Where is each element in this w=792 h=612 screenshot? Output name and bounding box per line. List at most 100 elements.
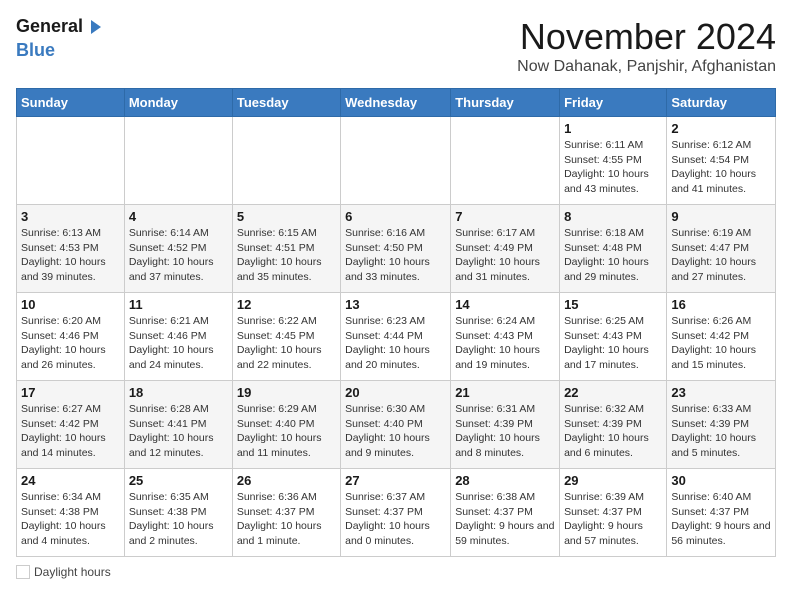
calendar-cell bbox=[124, 117, 232, 205]
day-info: Sunrise: 6:17 AM Sunset: 4:49 PM Dayligh… bbox=[455, 226, 555, 285]
day-number: 22 bbox=[564, 385, 662, 400]
calendar-cell: 1Sunrise: 6:11 AM Sunset: 4:55 PM Daylig… bbox=[560, 117, 667, 205]
day-number: 14 bbox=[455, 297, 555, 312]
day-info: Sunrise: 6:29 AM Sunset: 4:40 PM Dayligh… bbox=[237, 402, 336, 461]
day-number: 8 bbox=[564, 209, 662, 224]
calendar-cell: 11 Sunrise: 6:21 AM Sunset: 4:46 PM Dayli… bbox=[124, 293, 232, 381]
day-number: 13 bbox=[345, 297, 446, 312]
calendar-cell: 4 Sunrise: 6:14 AM Sunset: 4:52 PM Daylig… bbox=[124, 205, 232, 293]
day-info: Sunrise: 6:25 AM Sunset: 4:43 PM Dayligh… bbox=[564, 314, 662, 373]
week-row-5: 24 Sunrise: 6:34 AM Sunset: 4:38 PM Dayli… bbox=[17, 469, 776, 557]
location-title: Now Dahanak, Panjshir, Afghanistan bbox=[517, 58, 776, 76]
calendar-cell: 28 Sunrise: 6:38 AM Sunset: 4:37 PM Dayli… bbox=[451, 469, 560, 557]
day-number: 19 bbox=[237, 385, 336, 400]
legend-label: Daylight hours bbox=[34, 565, 111, 579]
day-number: 17 bbox=[21, 385, 120, 400]
day-info: Sunrise: 6:24 AM Sunset: 4:43 PM Dayligh… bbox=[455, 314, 555, 373]
week-row-3: 10Sunrise: 6:20 AM Sunset: 4:46 PM Dayli… bbox=[17, 293, 776, 381]
weekday-header-friday: Friday bbox=[560, 89, 667, 117]
calendar-cell: 16Sunrise: 6:26 AM Sunset: 4:42 PM Dayli… bbox=[667, 293, 776, 381]
day-info: Sunrise: 6:33 AM Sunset: 4:39 PM Dayligh… bbox=[671, 402, 771, 461]
calendar-cell: 24 Sunrise: 6:34 AM Sunset: 4:38 PM Dayli… bbox=[17, 469, 125, 557]
legend: Daylight hours bbox=[16, 565, 776, 582]
weekday-header-wednesday: Wednesday bbox=[341, 89, 451, 117]
weekday-header-tuesday: Tuesday bbox=[232, 89, 340, 117]
day-info: Sunrise: 6:40 AM Sunset: 4:37 PM Dayligh… bbox=[671, 490, 771, 549]
title-area: November 2024 Now Dahanak, Panjshir, Afg… bbox=[517, 16, 776, 76]
day-number: 30 bbox=[671, 473, 771, 488]
day-number: 29 bbox=[564, 473, 662, 488]
day-number: 20 bbox=[345, 385, 446, 400]
day-number: 23 bbox=[671, 385, 771, 400]
calendar-cell: 26 Sunrise: 6:36 AM Sunset: 4:37 PM Dayli… bbox=[232, 469, 340, 557]
day-info: Sunrise: 6:15 AM Sunset: 4:51 PM Dayligh… bbox=[237, 226, 336, 285]
day-number: 10 bbox=[21, 297, 120, 312]
day-info: Sunrise: 6:39 AM Sunset: 4:37 PM Dayligh… bbox=[564, 490, 662, 549]
day-info: Sunrise: 6:11 AM Sunset: 4:55 PM Dayligh… bbox=[564, 138, 662, 197]
calendar-cell: 8Sunrise: 6:18 AM Sunset: 4:48 PM Daylig… bbox=[560, 205, 667, 293]
day-number: 3 bbox=[21, 209, 120, 224]
calendar-cell: 5 Sunrise: 6:15 AM Sunset: 4:51 PM Daylig… bbox=[232, 205, 340, 293]
day-info: Sunrise: 6:34 AM Sunset: 4:38 PM Dayligh… bbox=[21, 490, 120, 549]
day-info: Sunrise: 6:14 AM Sunset: 4:52 PM Dayligh… bbox=[129, 226, 228, 285]
day-number: 6 bbox=[345, 209, 446, 224]
day-number: 2 bbox=[671, 121, 771, 136]
logo: GeneralBlue bbox=[16, 16, 103, 62]
weekday-header-thursday: Thursday bbox=[451, 89, 560, 117]
calendar-cell: 27Sunrise: 6:37 AM Sunset: 4:37 PM Dayli… bbox=[341, 469, 451, 557]
day-info: Sunrise: 6:28 AM Sunset: 4:41 PM Dayligh… bbox=[129, 402, 228, 461]
calendar-cell: 3 Sunrise: 6:13 AM Sunset: 4:53 PM Daylig… bbox=[17, 205, 125, 293]
calendar-cell: 14 Sunrise: 6:24 AM Sunset: 4:43 PM Dayli… bbox=[451, 293, 560, 381]
day-number: 11 bbox=[129, 297, 228, 312]
day-info: Sunrise: 6:30 AM Sunset: 4:40 PM Dayligh… bbox=[345, 402, 446, 461]
calendar-cell: 12 Sunrise: 6:22 AM Sunset: 4:45 PM Dayli… bbox=[232, 293, 340, 381]
day-number: 21 bbox=[455, 385, 555, 400]
calendar-table: SundayMondayTuesdayWednesdayThursdayFrid… bbox=[16, 88, 776, 557]
calendar-cell: 19 Sunrise: 6:29 AM Sunset: 4:40 PM Dayli… bbox=[232, 381, 340, 469]
logo-triangle-icon bbox=[85, 18, 103, 36]
day-number: 7 bbox=[455, 209, 555, 224]
header: GeneralBlue November 2024 Now Dahanak, P… bbox=[16, 16, 776, 76]
day-info: Sunrise: 6:12 AM Sunset: 4:54 PM Dayligh… bbox=[671, 138, 771, 197]
calendar-cell: 17Sunrise: 6:27 AM Sunset: 4:42 PM Dayli… bbox=[17, 381, 125, 469]
weekday-header-saturday: Saturday bbox=[667, 89, 776, 117]
day-info: Sunrise: 6:31 AM Sunset: 4:39 PM Dayligh… bbox=[455, 402, 555, 461]
calendar-cell: 22Sunrise: 6:32 AM Sunset: 4:39 PM Dayli… bbox=[560, 381, 667, 469]
day-number: 24 bbox=[21, 473, 120, 488]
legend-box bbox=[16, 565, 30, 579]
day-number: 5 bbox=[237, 209, 336, 224]
day-info: Sunrise: 6:35 AM Sunset: 4:38 PM Dayligh… bbox=[129, 490, 228, 549]
day-info: Sunrise: 6:19 AM Sunset: 4:47 PM Dayligh… bbox=[671, 226, 771, 285]
day-info: Sunrise: 6:13 AM Sunset: 4:53 PM Dayligh… bbox=[21, 226, 120, 285]
logo-text: GeneralBlue bbox=[16, 16, 103, 62]
calendar-cell bbox=[341, 117, 451, 205]
day-info: Sunrise: 6:22 AM Sunset: 4:45 PM Dayligh… bbox=[237, 314, 336, 373]
day-number: 18 bbox=[129, 385, 228, 400]
day-number: 25 bbox=[129, 473, 228, 488]
calendar-cell bbox=[17, 117, 125, 205]
day-number: 16 bbox=[671, 297, 771, 312]
calendar-cell: 21 Sunrise: 6:31 AM Sunset: 4:39 PM Dayli… bbox=[451, 381, 560, 469]
calendar-cell: 6 Sunrise: 6:16 AM Sunset: 4:50 PM Daylig… bbox=[341, 205, 451, 293]
legend-item: Daylight hours bbox=[16, 565, 111, 579]
calendar-cell: 9Sunrise: 6:19 AM Sunset: 4:47 PM Daylig… bbox=[667, 205, 776, 293]
calendar-cell: 10Sunrise: 6:20 AM Sunset: 4:46 PM Dayli… bbox=[17, 293, 125, 381]
day-number: 26 bbox=[237, 473, 336, 488]
day-info: Sunrise: 6:16 AM Sunset: 4:50 PM Dayligh… bbox=[345, 226, 446, 285]
weekday-header-monday: Monday bbox=[124, 89, 232, 117]
day-number: 4 bbox=[129, 209, 228, 224]
day-number: 12 bbox=[237, 297, 336, 312]
calendar-cell: 15Sunrise: 6:25 AM Sunset: 4:43 PM Dayli… bbox=[560, 293, 667, 381]
calendar-cell: 30 Sunrise: 6:40 AM Sunset: 4:37 PM Dayli… bbox=[667, 469, 776, 557]
calendar-cell: 7 Sunrise: 6:17 AM Sunset: 4:49 PM Daylig… bbox=[451, 205, 560, 293]
calendar-cell: 23 Sunrise: 6:33 AM Sunset: 4:39 PM Dayli… bbox=[667, 381, 776, 469]
calendar-cell: 18 Sunrise: 6:28 AM Sunset: 4:41 PM Dayli… bbox=[124, 381, 232, 469]
day-info: Sunrise: 6:36 AM Sunset: 4:37 PM Dayligh… bbox=[237, 490, 336, 549]
calendar-cell: 13Sunrise: 6:23 AM Sunset: 4:44 PM Dayli… bbox=[341, 293, 451, 381]
day-info: Sunrise: 6:21 AM Sunset: 4:46 PM Dayligh… bbox=[129, 314, 228, 373]
day-number: 28 bbox=[455, 473, 555, 488]
weekday-header-sunday: Sunday bbox=[17, 89, 125, 117]
week-row-2: 3 Sunrise: 6:13 AM Sunset: 4:53 PM Daylig… bbox=[17, 205, 776, 293]
week-row-4: 17Sunrise: 6:27 AM Sunset: 4:42 PM Dayli… bbox=[17, 381, 776, 469]
day-info: Sunrise: 6:38 AM Sunset: 4:37 PM Dayligh… bbox=[455, 490, 555, 549]
